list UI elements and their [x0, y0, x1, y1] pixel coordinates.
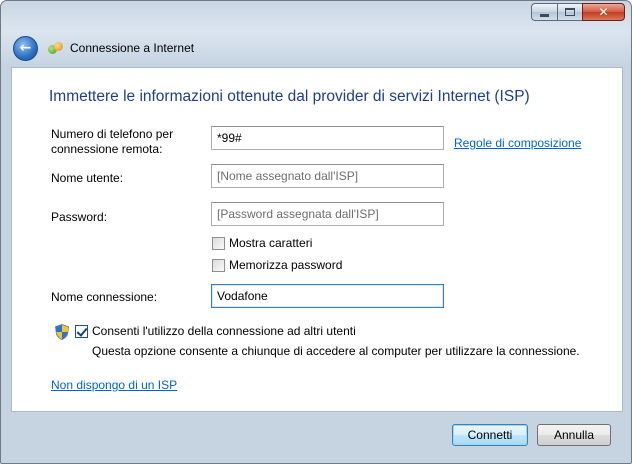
- maximize-icon: [565, 8, 575, 16]
- show-characters-checkbox[interactable]: [212, 237, 225, 250]
- no-isp-link[interactable]: Non dispongo di un ISP: [51, 378, 177, 392]
- phone-label-line2: connessione remota:: [51, 142, 163, 156]
- phone-label: Numero di telefono per connessione remot…: [51, 127, 173, 157]
- wizard-header: ← Connessione a Internet: [13, 35, 195, 61]
- wizard-content: Immettere le informazioni ottenute dal p…: [11, 67, 623, 412]
- maximize-button[interactable]: [557, 3, 582, 21]
- minimize-button[interactable]: [531, 3, 557, 21]
- cancel-button[interactable]: Annulla: [537, 424, 611, 446]
- page-heading: Immettere le informazioni ottenute dal p…: [49, 88, 530, 105]
- remember-password-checkbox[interactable]: [212, 259, 225, 272]
- allow-others-checkbox[interactable]: [75, 325, 88, 338]
- wizard-window: ✕ ← Connessione a Internet Immettere le …: [0, 0, 632, 464]
- close-icon: ✕: [598, 5, 609, 19]
- window-title: Connessione a Internet: [70, 41, 195, 55]
- connection-name-label: Nome connessione:: [51, 290, 158, 304]
- uac-shield-icon: [55, 324, 69, 340]
- minimize-icon: [540, 13, 549, 17]
- phone-number-input[interactable]: *99#: [211, 126, 444, 150]
- back-button[interactable]: ←: [13, 35, 38, 61]
- dialing-rules-link[interactable]: Regole di composizione: [454, 136, 581, 150]
- allow-others-label[interactable]: Consenti l'utilizzo della connessione ad…: [92, 324, 356, 338]
- username-input[interactable]: [Nome assegnato dall'ISP]: [211, 164, 444, 188]
- allow-others-description: Questa opzione consente a chiunque di ac…: [92, 344, 580, 358]
- back-arrow-icon: ←: [19, 40, 32, 56]
- show-characters-label[interactable]: Mostra caratteri: [229, 236, 312, 250]
- connect-button[interactable]: Connetti: [452, 424, 528, 446]
- phone-label-line1: Numero di telefono per: [51, 127, 174, 141]
- username-label: Nome utente:: [51, 171, 124, 185]
- close-button[interactable]: ✕: [582, 3, 625, 21]
- password-label: Password:: [51, 210, 108, 224]
- password-input[interactable]: [Password assegnata dall'ISP]: [211, 202, 444, 226]
- window-controls: ✕: [531, 3, 625, 21]
- remember-password-label[interactable]: Memorizza password: [229, 258, 342, 272]
- network-globe-icon: [48, 41, 64, 55]
- connection-name-input[interactable]: Vodafone: [211, 284, 444, 308]
